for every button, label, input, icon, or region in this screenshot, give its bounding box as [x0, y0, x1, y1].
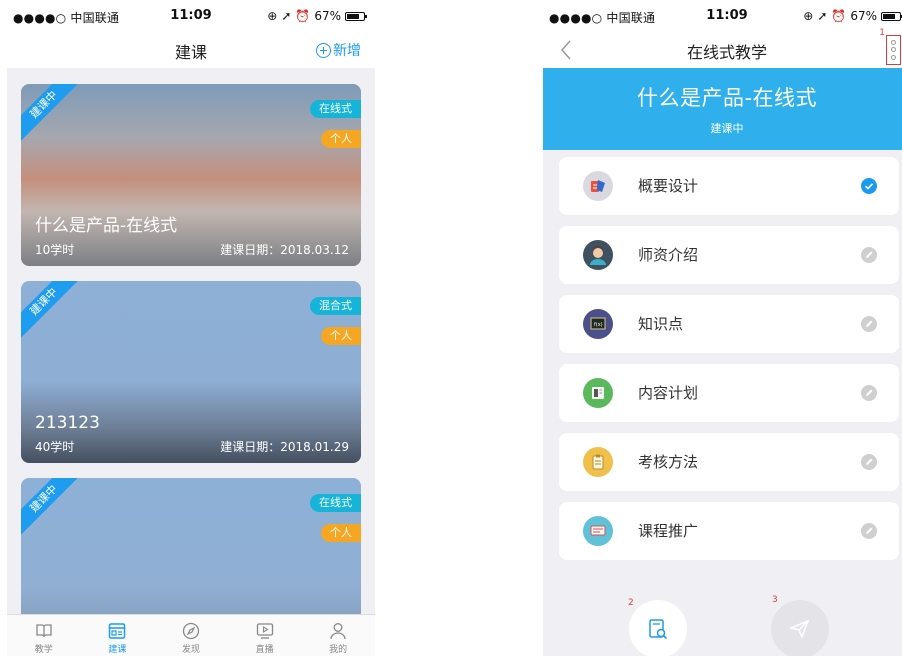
add-course-button[interactable]: 新增: [316, 40, 361, 60]
plan-icon: [583, 378, 613, 408]
add-course-label: 新增: [333, 43, 361, 59]
svg-text:f(x): f(x): [594, 322, 603, 328]
status-ribbon: 建课中: [21, 478, 90, 545]
status-bar: ●●●●○ 中国联通 11:09 ⊕ ➚ ⏰ 67%: [543, 0, 902, 32]
menu-item-course-promotion[interactable]: 课程推广: [559, 502, 899, 560]
location-icon: ➚: [817, 9, 828, 23]
menu-label: 考核方法: [638, 453, 699, 471]
annotation-marker-1: 1: [879, 28, 885, 38]
dot-icon: [891, 47, 896, 53]
design-icon: [583, 171, 613, 201]
course-title: 213123: [35, 413, 100, 433]
battery-icon: [881, 11, 902, 21]
assessment-icon: [583, 447, 613, 477]
nav-bar: 在线式教学 1: [543, 28, 902, 68]
dot-icon: [891, 40, 896, 46]
page-title: 在线式教学: [686, 43, 767, 62]
course-date: 建课日期：2018.03.12: [220, 243, 349, 257]
tab-label: 直播: [255, 645, 274, 655]
alarm-icon: ⏰: [831, 9, 847, 23]
status-right: ⊕ ➚ ⏰ 67%: [267, 9, 367, 23]
build-course-icon: [109, 623, 126, 639]
edit-pencil-icon: [861, 247, 877, 263]
tab-discover[interactable]: 发现: [154, 615, 228, 656]
preview-doc-icon: [649, 619, 668, 640]
edit-pencil-icon: [861, 523, 877, 539]
plus-circle-icon: [316, 42, 331, 58]
course-title: 什么是产品-在线式: [35, 216, 178, 236]
tab-label: 教学: [34, 645, 53, 655]
menu-item-outline-design[interactable]: 概要设计: [559, 157, 899, 215]
menu-label: 内容计划: [638, 384, 699, 402]
rotation-lock-icon: ⊕: [267, 9, 278, 23]
course-card[interactable]: 建课中 在线式 个人 123123123123: [21, 478, 361, 614]
course-status: 建课中: [710, 122, 744, 135]
course-card[interactable]: 建课中 在线式 个人 什么是产品-在线式 10学时 建课日期：2018.03.1…: [21, 84, 361, 266]
edit-pencil-icon: [861, 454, 877, 470]
annotation-marker-3: 3: [772, 595, 778, 605]
battery-icon: [345, 11, 367, 21]
course-list-screen: ●●●●○ 中国联通 11:09 ⊕ ➚ ⏰ 67% 建课 新增 建课中 在线式…: [7, 0, 375, 656]
status-ribbon: 建课中: [21, 84, 90, 151]
course-header-banner: 什么是产品-在线式 建课中: [543, 68, 902, 150]
menu-label: 概要设计: [638, 177, 699, 195]
tab-label: 建课: [108, 645, 127, 655]
edit-pencil-icon: [861, 385, 877, 401]
live-icon: [256, 623, 273, 639]
more-options-button[interactable]: [886, 35, 901, 65]
status-bar: ●●●●○ 中国联通 11:09 ⊕ ➚ ⏰ 67%: [7, 0, 375, 32]
rotation-lock-icon: ⊕: [803, 9, 814, 23]
check-icon: [861, 178, 877, 194]
knowledge-icon: f(x): [583, 309, 613, 339]
tab-build-course[interactable]: 建课: [81, 615, 155, 656]
location-icon: ➚: [281, 9, 292, 23]
scope-tag: 个人: [321, 130, 361, 148]
course-card-list: 建课中 在线式 个人 什么是产品-在线式 10学时 建课日期：2018.03.1…: [7, 68, 375, 614]
mode-tag: 在线式: [310, 494, 361, 512]
scope-tag: 个人: [321, 327, 361, 345]
user-icon: [330, 623, 346, 640]
status-ribbon: 建课中: [21, 281, 90, 348]
paper-plane-icon: [788, 619, 810, 640]
tab-live[interactable]: 直播: [228, 615, 302, 656]
tab-bar: 教学 建课 发现 直播 我的: [7, 614, 375, 656]
menu-item-knowledge-points[interactable]: f(x) 知识点: [559, 295, 899, 353]
dot-icon: [891, 54, 896, 60]
course-card[interactable]: 建课中 混合式 个人 213123 40学时 建课日期：2018.01.29: [21, 281, 361, 463]
alarm-icon: ⏰: [295, 9, 311, 23]
course-hours: 40学时: [35, 440, 75, 454]
scope-tag: 个人: [321, 524, 361, 542]
course-title: 什么是产品-在线式: [636, 86, 818, 110]
tab-mine[interactable]: 我的: [301, 615, 375, 656]
nav-bar: 建课 新增: [7, 32, 375, 68]
course-detail-screen: ●●●●○ 中国联通 11:09 ⊕ ➚ ⏰ 67% 在线式教学 1 什么是产品…: [543, 0, 902, 656]
status-right: ⊕ ➚ ⏰ 67%: [803, 9, 902, 23]
menu-label: 知识点: [638, 315, 684, 333]
menu-item-content-plan[interactable]: 内容计划: [559, 364, 899, 422]
annotation-marker-2: 2: [628, 598, 634, 608]
promotion-icon: [583, 516, 613, 546]
preview-button[interactable]: [629, 600, 687, 656]
menu-item-teacher-intro[interactable]: 师资介绍: [559, 226, 899, 284]
course-setup-menu: 概要设计 师资介绍 f(x) 知识点 内容计划 考核方法 课程推广: [559, 157, 899, 571]
course-hours: 10学时: [35, 243, 75, 257]
tab-label: 我的: [329, 645, 348, 655]
teacher-icon: [583, 240, 613, 270]
battery-percent: 67%: [314, 9, 341, 23]
menu-label: 课程推广: [638, 522, 699, 540]
mode-tag: 混合式: [310, 297, 361, 315]
edit-pencil-icon: [861, 316, 877, 332]
tab-label: 发现: [181, 645, 200, 655]
course-date: 建课日期：2018.01.29: [220, 440, 349, 454]
battery-percent: 67%: [850, 9, 877, 23]
book-icon: [36, 624, 52, 638]
mode-tag: 在线式: [310, 100, 361, 118]
compass-icon: [182, 622, 200, 640]
menu-item-assessment[interactable]: 考核方法: [559, 433, 899, 491]
tab-teaching[interactable]: 教学: [7, 615, 81, 656]
publish-button[interactable]: [771, 600, 829, 656]
menu-label: 师资介绍: [638, 246, 699, 264]
